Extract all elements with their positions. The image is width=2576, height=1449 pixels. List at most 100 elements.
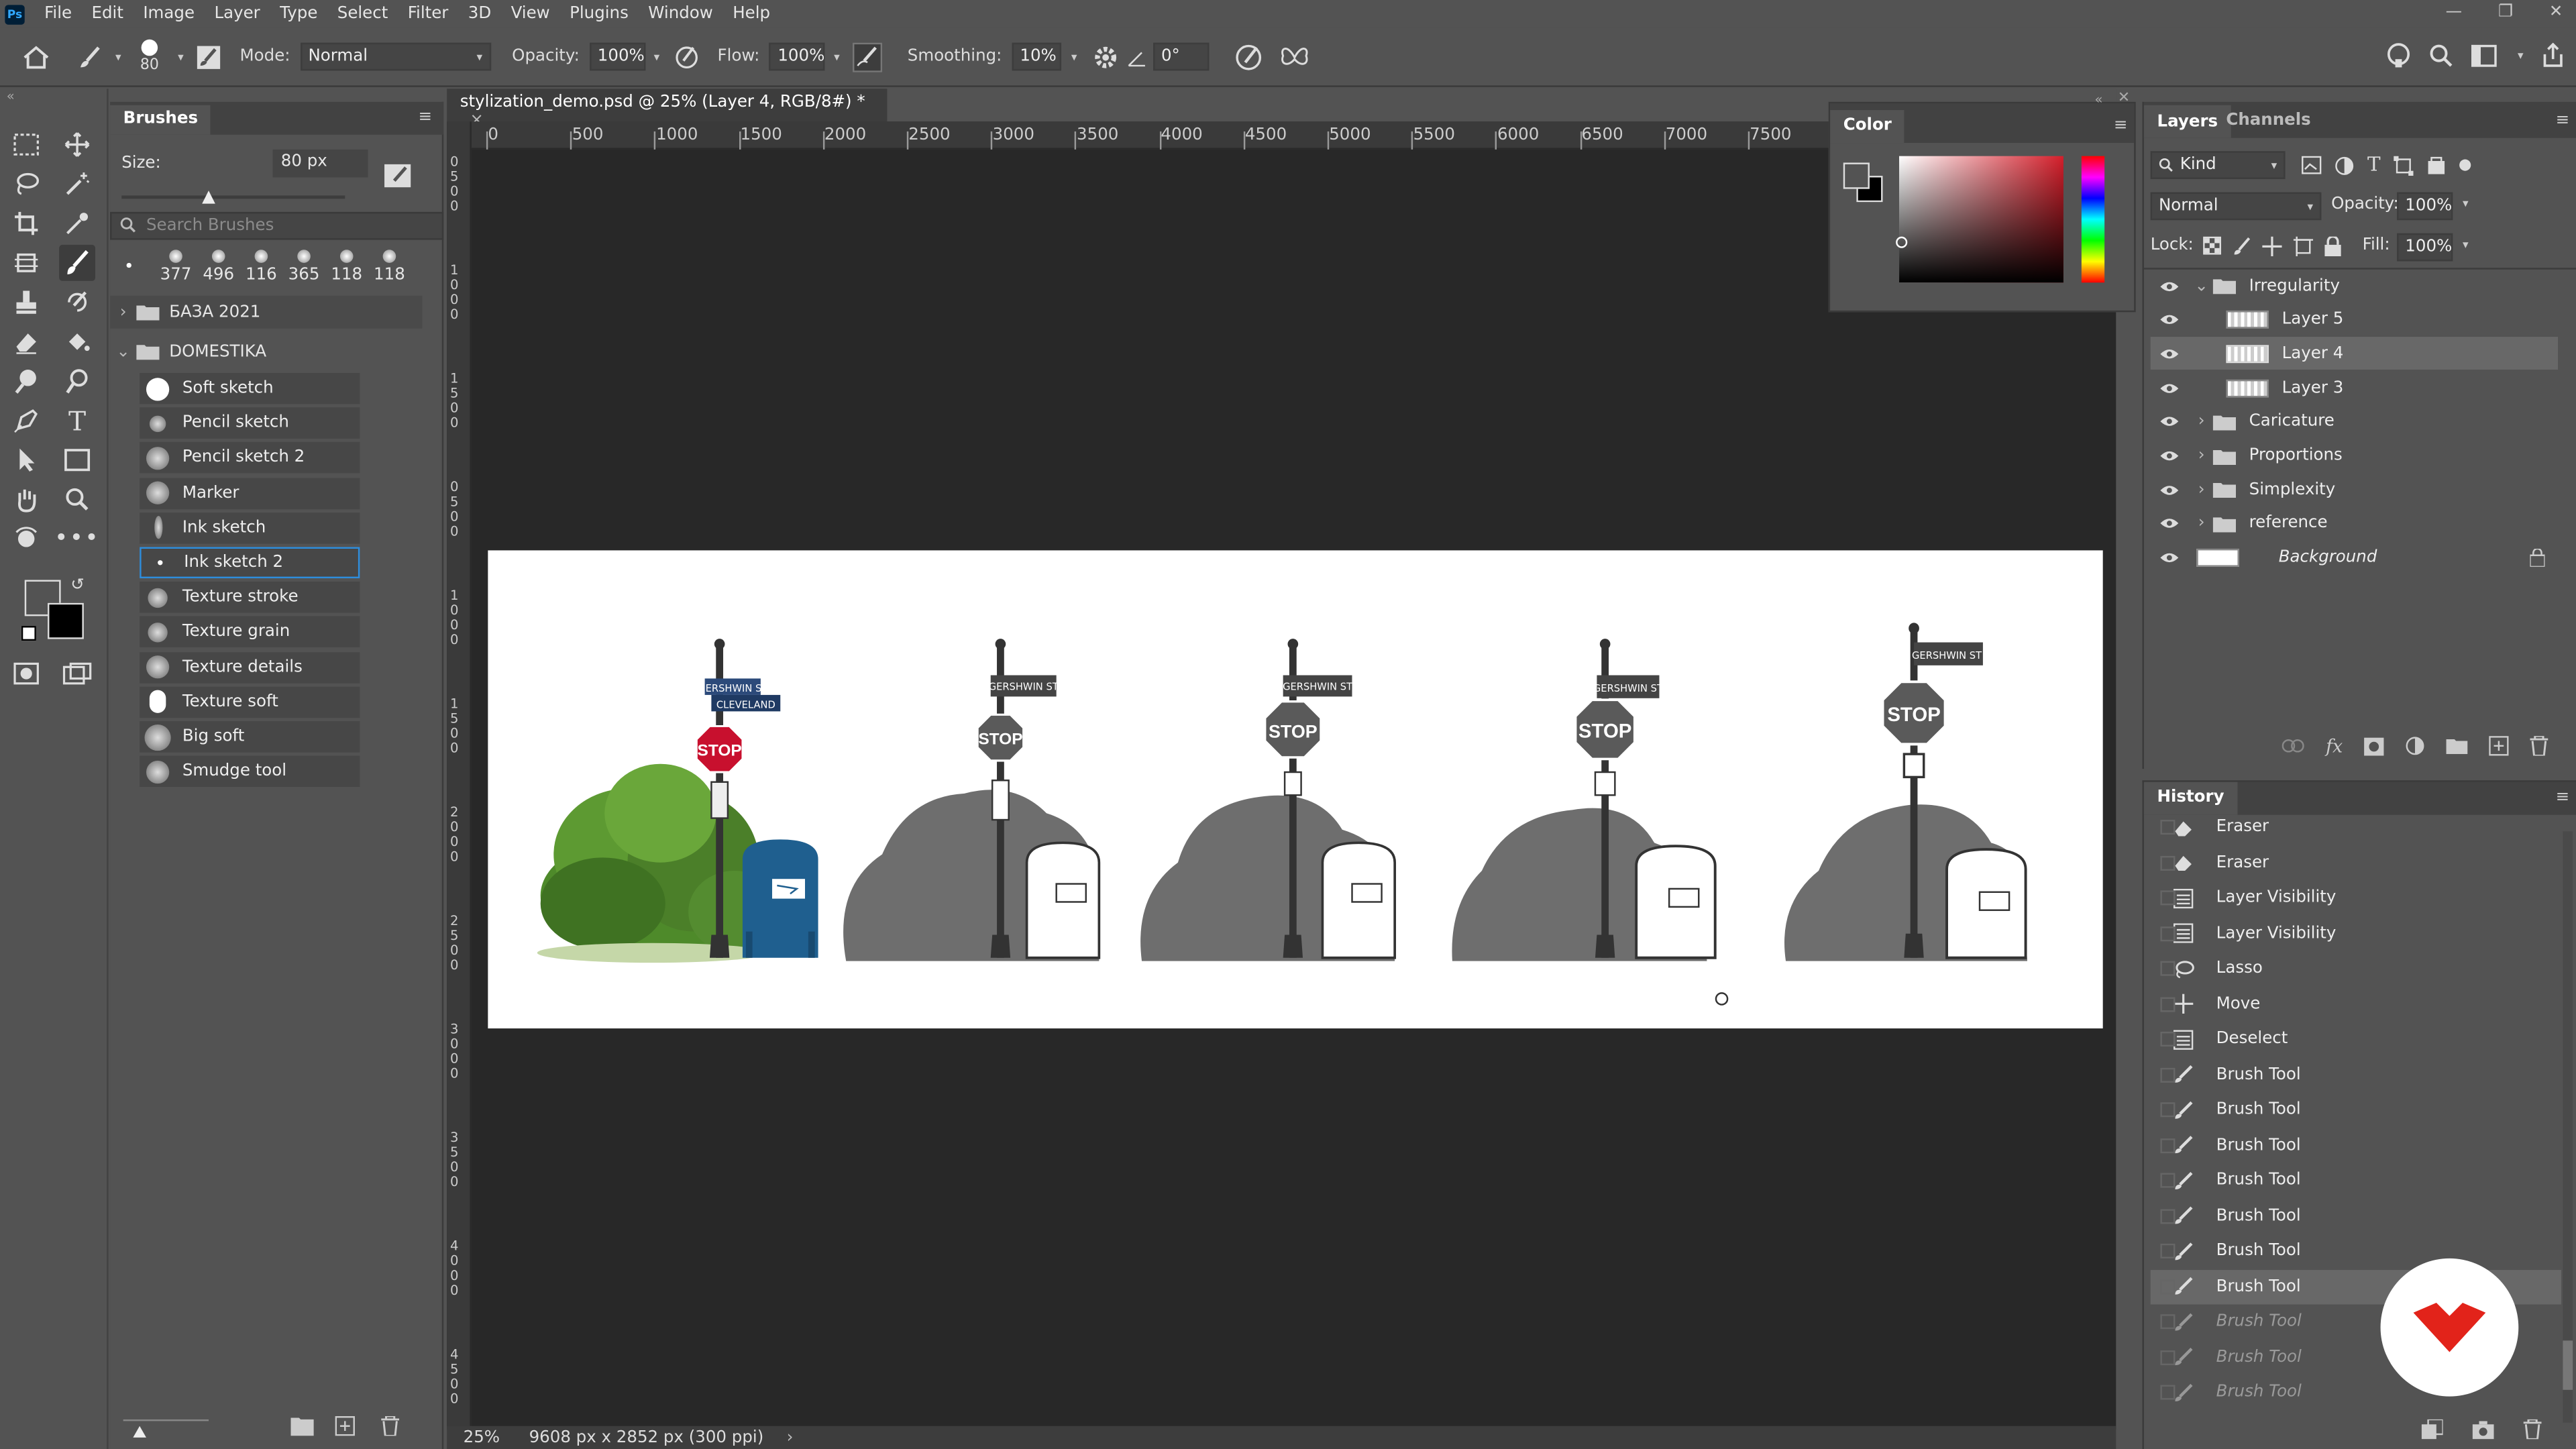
gear-icon[interactable] — [1087, 44, 1124, 70]
layer-row[interactable]: › Caricature — [2151, 405, 2558, 438]
brush-item[interactable]: Texture details — [140, 651, 360, 683]
magic-wand-tool-icon[interactable] — [59, 166, 95, 202]
panel-menu-icon[interactable]: ≡ — [2556, 112, 2570, 130]
history-source-checkbox[interactable] — [2160, 926, 2176, 941]
thumb-size-handle[interactable] — [133, 1426, 146, 1438]
history-source-checkbox[interactable] — [2160, 996, 2176, 1012]
trash-icon[interactable] — [2523, 1419, 2542, 1440]
history-source-checkbox[interactable] — [2160, 1102, 2176, 1118]
history-source-checkbox[interactable] — [2160, 820, 2176, 835]
pressure-size-icon[interactable] — [1219, 42, 1278, 71]
history-state[interactable]: Brush Tool — [2151, 1375, 2561, 1409]
brushes-panel-tab[interactable]: Brushes — [110, 105, 211, 135]
chevron-down-icon[interactable]: ▾ — [2463, 197, 2469, 211]
add-mask-icon[interactable] — [2364, 737, 2384, 755]
history-state[interactable]: Eraser — [2151, 845, 2561, 879]
airbrush-icon[interactable] — [849, 42, 888, 72]
brush-tool-icon[interactable] — [72, 45, 109, 68]
rectangle-tool-icon[interactable] — [59, 442, 95, 478]
new-group-icon[interactable] — [290, 1416, 314, 1436]
collapse-toolbar-icon[interactable]: « — [7, 89, 15, 103]
history-source-checkbox[interactable] — [2160, 1243, 2176, 1258]
default-colors-icon[interactable] — [21, 626, 36, 641]
brush-size-preset[interactable]: 118 — [368, 250, 411, 284]
history-state[interactable]: Deselect — [2151, 1022, 2561, 1056]
history-state[interactable]: Lasso — [2151, 951, 2561, 985]
brush-item[interactable]: Texture soft — [140, 686, 360, 718]
close-window-button[interactable]: ✕ — [2549, 0, 2563, 25]
color-fg-swatch[interactable] — [1843, 162, 1870, 189]
flow-chevron-icon[interactable]: ▾ — [825, 50, 848, 64]
channels-tab[interactable]: Channels — [2226, 112, 2310, 130]
chevron-right-icon[interactable]: › — [2190, 515, 2212, 533]
chevron-right-icon[interactable]: › — [2190, 413, 2212, 431]
menu-view[interactable]: View — [501, 0, 560, 28]
rotate-view-tool-icon[interactable] — [8, 521, 44, 557]
new-layer-icon[interactable] — [2489, 736, 2509, 756]
history-source-checkbox[interactable] — [2160, 1067, 2176, 1082]
path-selection-tool-icon[interactable] — [8, 442, 44, 478]
history-source-checkbox[interactable] — [2160, 1208, 2176, 1224]
lock-position-icon[interactable] — [2262, 236, 2282, 257]
brush-item[interactable]: Pencil sketch 2 — [140, 442, 360, 474]
history-state[interactable]: Brush Tool — [2151, 1163, 2561, 1197]
brush-item[interactable]: Soft sketch — [140, 372, 360, 405]
background-color-swatch[interactable] — [48, 602, 84, 639]
eye-icon[interactable] — [2157, 416, 2180, 427]
filter-smart-object-icon[interactable] — [2426, 156, 2446, 176]
layer-row[interactable]: Layer 3 — [2151, 372, 2558, 405]
document-tab[interactable]: stylization_demo.psd @ 25% (Layer 4, RGB… — [447, 89, 888, 129]
trash-icon[interactable] — [2530, 736, 2548, 756]
color-panel-tab[interactable]: Color — [1830, 110, 1905, 144]
vertical-ruler[interactable]: 0500100015000500100015002000250030003500… — [447, 121, 472, 1430]
chevron-right-icon[interactable]: › — [2190, 447, 2212, 465]
history-state[interactable]: Eraser — [2151, 810, 2561, 844]
collapse-panels-icon[interactable]: « — [2094, 92, 2102, 107]
hand-tool-icon[interactable] — [8, 482, 44, 518]
adjustment-layer-icon[interactable] — [2405, 736, 2424, 755]
filter-adjustment-icon[interactable] — [2334, 156, 2354, 176]
menu-image[interactable]: Image — [133, 0, 205, 28]
smoothing-chevron-icon[interactable]: ▾ — [1061, 50, 1087, 64]
crop-tool-icon[interactable] — [8, 205, 44, 241]
brush-size-preset[interactable]: 496 — [197, 250, 240, 284]
filter-kind-dropdown[interactable]: Kind ▾ — [2150, 151, 2286, 179]
flow-field[interactable]: 100% — [769, 42, 826, 71]
history-state[interactable]: Layer Visibility — [2151, 881, 2561, 915]
tool-preset-chevron-icon[interactable]: ▾ — [109, 50, 128, 64]
fill-field[interactable]: 100% — [2397, 233, 2453, 262]
eye-icon[interactable] — [2157, 382, 2180, 394]
chevron-down-icon[interactable]: ▾ — [2463, 238, 2469, 252]
history-brush-tool-icon[interactable] — [59, 284, 95, 321]
lock-icon[interactable] — [2530, 549, 2545, 568]
smoothing-field[interactable]: 10% — [1012, 42, 1061, 71]
swap-colors-icon[interactable]: ↺ — [70, 577, 85, 595]
menu-plugins[interactable]: Plugins — [559, 0, 638, 28]
history-state[interactable]: Brush Tool — [2151, 1234, 2561, 1268]
status-menu-icon[interactable]: › — [787, 1428, 794, 1446]
smudge-tool-icon[interactable] — [8, 363, 44, 399]
panel-menu-icon[interactable]: ≡ — [2556, 789, 2570, 807]
layer-row[interactable]: › Proportions — [2151, 439, 2558, 472]
brush-size-preset[interactable]: 116 — [240, 250, 283, 284]
lock-all-icon[interactable] — [2324, 236, 2341, 257]
history-source-checkbox[interactable] — [2160, 1031, 2176, 1047]
eye-icon[interactable] — [2157, 348, 2180, 360]
menu-layer[interactable]: Layer — [205, 0, 270, 28]
brush-picker-chevron-icon[interactable]: ▾ — [171, 50, 191, 64]
menu-filter[interactable]: Filter — [398, 0, 458, 28]
new-brush-icon[interactable] — [335, 1416, 355, 1436]
brush-item[interactable]: Smudge tool — [140, 755, 360, 788]
stamp-tool-icon[interactable] — [8, 284, 44, 321]
eye-icon[interactable] — [2157, 314, 2180, 325]
share-icon[interactable] — [2540, 42, 2566, 69]
panel-menu-icon[interactable]: ≡ — [419, 109, 433, 127]
history-source-checkbox[interactable] — [2160, 890, 2176, 906]
minimize-button[interactable]: — — [2446, 0, 2462, 25]
brush-size-preset[interactable]: 118 — [325, 250, 368, 284]
mode-dropdown[interactable]: Normal ▾ — [300, 42, 491, 71]
lock-pixels-icon[interactable] — [2233, 237, 2251, 256]
paint-bucket-tool-icon[interactable] — [59, 323, 95, 360]
screen-mode-icon[interactable] — [59, 655, 95, 692]
home-icon[interactable] — [0, 44, 72, 70]
